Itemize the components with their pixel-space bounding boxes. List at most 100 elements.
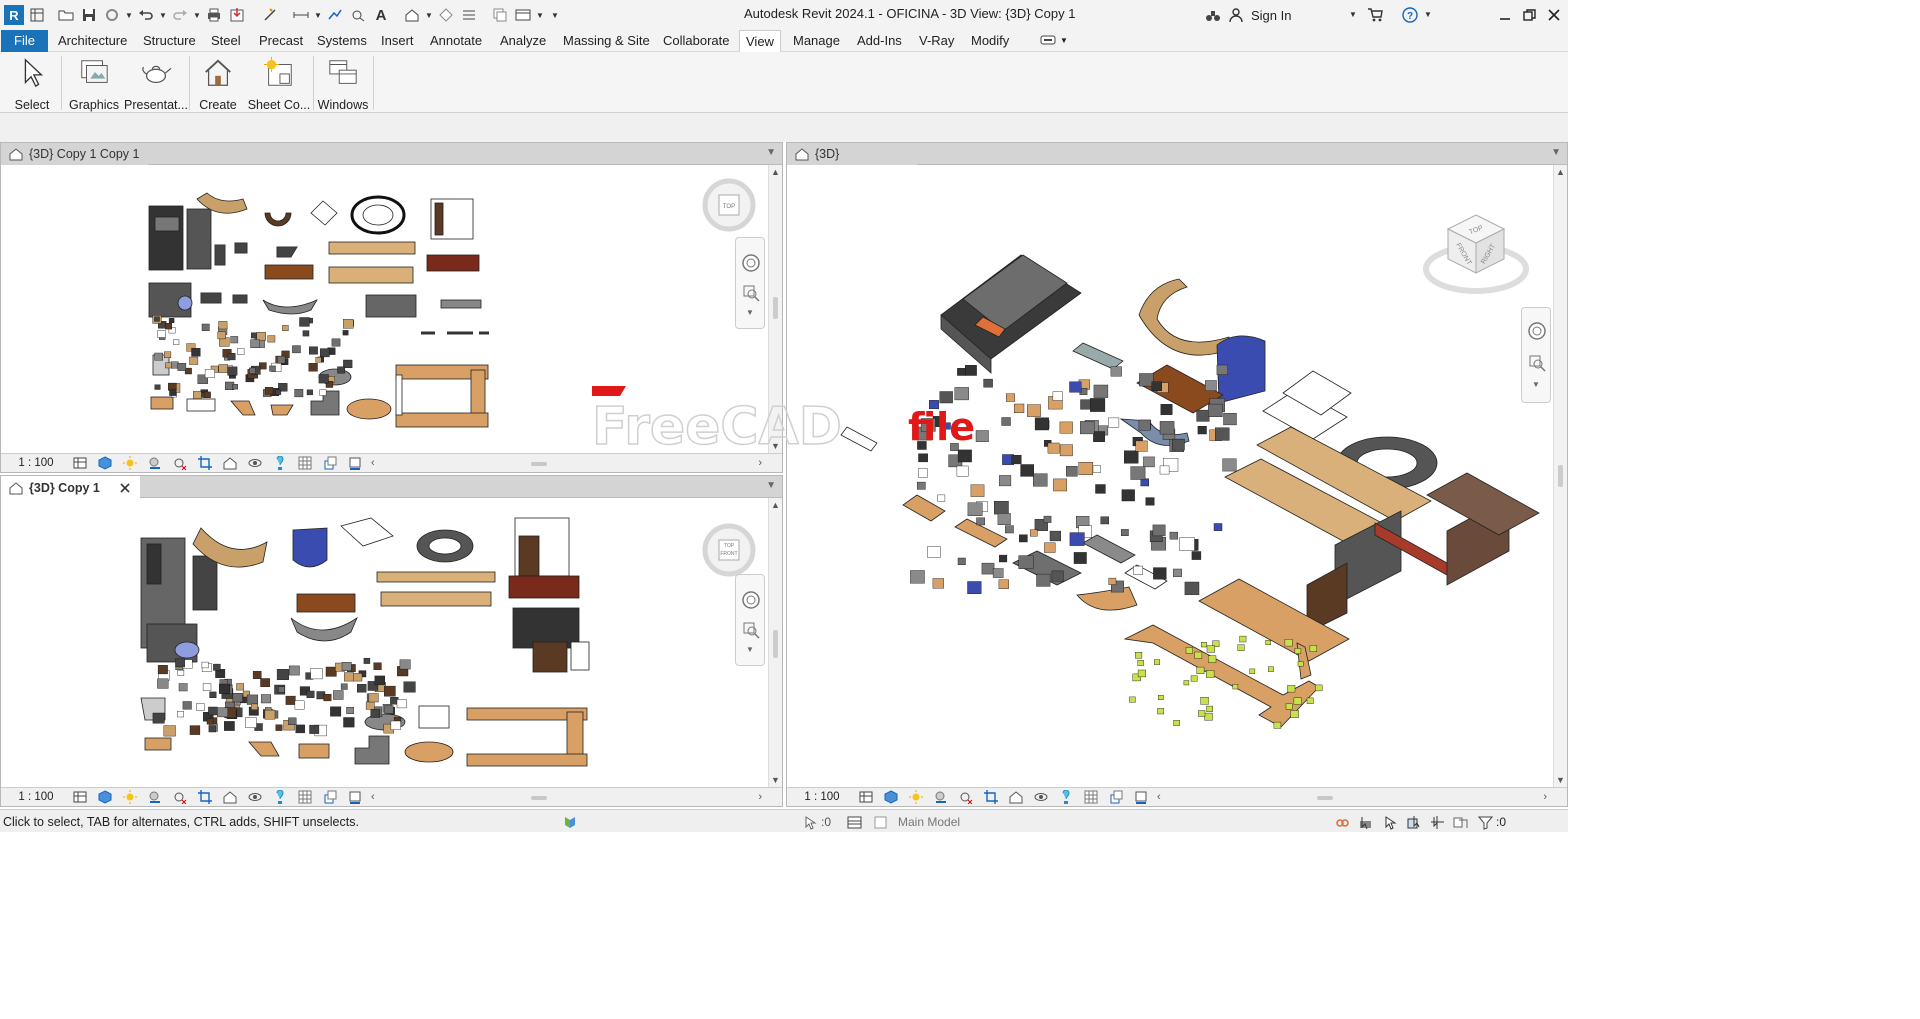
view-menu-icon[interactable]: ▼ [1551, 147, 1561, 158]
presentation-button[interactable]: Presentat... [124, 54, 188, 112]
minimize-icon[interactable] [1495, 5, 1515, 25]
scroll-down-icon[interactable]: ▼ [771, 441, 780, 451]
tab-architecture[interactable]: Architecture [52, 30, 133, 52]
chevron-down-icon[interactable]: ▼ [1532, 380, 1540, 389]
filter-indicator[interactable]: :0 [1478, 814, 1506, 830]
worksharing-display-icon[interactable] [296, 456, 314, 470]
view-canvas[interactable]: TOP ▼ [1, 165, 768, 453]
visual-style-icon[interactable] [96, 790, 114, 804]
viewcube[interactable]: TOP FRONT RIGHT [1421, 205, 1531, 301]
horizontal-scrollbar[interactable] [381, 457, 753, 470]
tab-modify[interactable]: Modify [965, 30, 1015, 52]
switch-windows-icon[interactable] [513, 5, 533, 25]
home-grid-icon[interactable] [27, 5, 47, 25]
restore-icon[interactable] [1519, 5, 1539, 25]
sync-icon[interactable] [102, 5, 122, 25]
cart-icon[interactable] [1365, 5, 1385, 25]
save-icon[interactable] [79, 5, 99, 25]
reveal-hidden-icon[interactable] [271, 790, 289, 804]
show-rendering-icon[interactable] [171, 790, 189, 804]
lock-3d-view-icon[interactable] [221, 790, 239, 804]
close-hidden-windows-icon[interactable] [490, 5, 510, 25]
detail-line-icon[interactable] [325, 5, 345, 25]
select-pinned-icon[interactable] [1382, 814, 1397, 830]
ribbon-options-toggle[interactable]: ▼ [1040, 34, 1068, 46]
horizontal-scrollbar[interactable] [381, 791, 753, 804]
select-by-face-icon[interactable] [1406, 814, 1421, 830]
worksharing-display-icon[interactable] [1082, 790, 1100, 804]
vertical-scrollbar[interactable]: ▲ ▼ [768, 165, 782, 453]
tag-icon[interactable] [348, 5, 368, 25]
detail-level-icon[interactable] [71, 456, 89, 470]
view-3d-default[interactable]: {3D} ▼ TOP FRONT RIGHT ▼ ▲ ▼ 1: 100 ‹ › [786, 142, 1568, 807]
tab-massing-site[interactable]: Massing & Site [557, 30, 656, 52]
view-tab[interactable]: {3D} [787, 143, 917, 165]
view-3d-copy-1-copy-1[interactable]: {3D} Copy 1 Copy 1 ▼ TOP ▼ ▲ ▼ 1: 100 ‹… [0, 142, 783, 473]
reveal-hidden-icon[interactable] [1057, 790, 1075, 804]
view-canvas[interactable]: TOP FRONT ▼ [1, 498, 768, 787]
create-button[interactable]: Create [193, 54, 243, 112]
tab-analyze[interactable]: Analyze [494, 30, 552, 52]
steering-wheel-icon[interactable] [740, 589, 762, 611]
chevron-down-icon[interactable]: ▼ [314, 11, 322, 20]
chevron-down-icon[interactable]: ▼ [1349, 10, 1357, 19]
show-rendering-icon[interactable] [957, 790, 975, 804]
select-links-icon[interactable] [1335, 814, 1350, 830]
tab-file[interactable]: File [1, 30, 48, 52]
binoculars-icon[interactable] [1203, 5, 1223, 25]
temporary-hide-icon[interactable] [1032, 790, 1050, 804]
tab-systems[interactable]: Systems [311, 30, 373, 52]
shadows-icon[interactable] [146, 456, 164, 470]
lock-3d-view-icon[interactable] [221, 456, 239, 470]
chevron-down-icon[interactable]: ▼ [425, 11, 433, 20]
coordinate-readout[interactable]: :0 [803, 814, 831, 830]
zoom-icon[interactable] [1528, 354, 1546, 372]
highlight-displacement-icon[interactable] [1132, 790, 1150, 804]
editable-only-icon[interactable] [873, 814, 888, 830]
view-scale[interactable]: 1 : 100 [1, 457, 71, 469]
shadows-icon[interactable] [932, 790, 950, 804]
navigation-bar[interactable]: ▼ [735, 237, 765, 329]
scroll-thumb[interactable] [773, 297, 778, 319]
navigation-bar[interactable]: ▼ [1521, 307, 1551, 403]
main-model-select[interactable]: Main Model [898, 814, 960, 830]
analytical-model-icon[interactable] [321, 456, 339, 470]
select-button[interactable]: Select [6, 54, 58, 112]
scroll-right-icon[interactable]: › [758, 791, 762, 803]
scroll-right-icon[interactable]: › [758, 457, 762, 469]
analytical-model-icon[interactable] [321, 790, 339, 804]
scroll-thumb[interactable] [530, 795, 547, 800]
scroll-down-icon[interactable]: ▼ [771, 775, 780, 785]
workset-icon[interactable] [562, 814, 577, 830]
scroll-left-icon[interactable]: ‹ [1157, 791, 1161, 803]
chevron-down-icon[interactable]: ▼ [125, 11, 133, 20]
chevron-down-icon[interactable]: ▼ [159, 11, 167, 20]
temporary-hide-icon[interactable] [246, 456, 264, 470]
view-menu-icon[interactable]: ▼ [766, 147, 776, 158]
highlight-displacement-icon[interactable] [346, 790, 364, 804]
revit-logo[interactable]: R [4, 5, 24, 25]
steering-wheel-icon[interactable] [1526, 320, 1548, 342]
crop-view-icon[interactable] [196, 456, 214, 470]
view-scale[interactable]: 1 : 100 [787, 791, 857, 803]
measure-icon[interactable] [260, 5, 280, 25]
thin-lines-icon[interactable] [459, 5, 479, 25]
tab-collaborate[interactable]: Collaborate [657, 30, 736, 52]
scroll-thumb[interactable] [1558, 465, 1563, 487]
tab-insert[interactable]: Insert [375, 30, 420, 52]
tab-view[interactable]: View [739, 30, 781, 53]
drag-on-selection-icon[interactable] [1430, 814, 1445, 830]
chevron-down-icon[interactable]: ▼ [1424, 10, 1432, 19]
scroll-up-icon[interactable]: ▲ [1556, 167, 1565, 177]
scroll-thumb[interactable] [530, 461, 547, 466]
select-underlay-icon[interactable] [1358, 814, 1373, 830]
navigation-bar[interactable]: ▼ [735, 574, 765, 666]
help-icon[interactable]: ? [1400, 5, 1420, 25]
view-canvas[interactable]: TOP FRONT RIGHT ▼ [787, 165, 1553, 787]
vertical-scrollbar[interactable]: ▲ ▼ [768, 498, 782, 787]
show-rendering-icon[interactable] [171, 456, 189, 470]
visual-style-icon[interactable] [882, 790, 900, 804]
graphics-button[interactable]: Graphics [66, 54, 122, 112]
close-icon[interactable] [118, 481, 132, 495]
sun-path-icon[interactable] [121, 790, 139, 804]
